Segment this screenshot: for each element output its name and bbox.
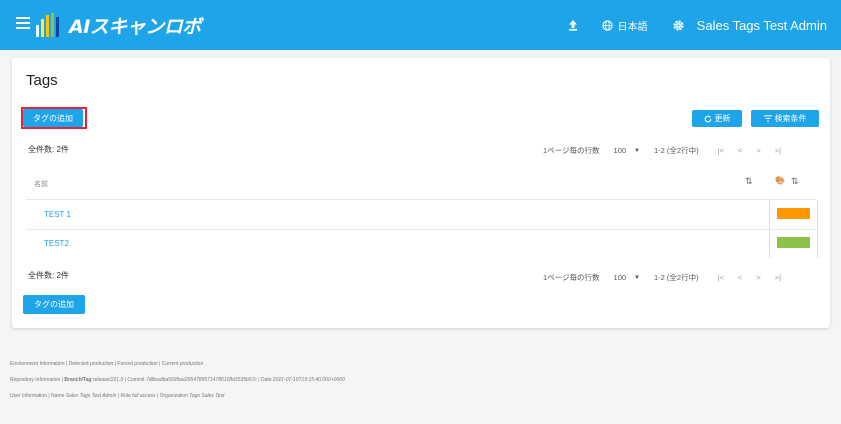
prev-page-icon[interactable]: < [738,273,742,282]
user-menu[interactable]: Sales Tags Test Admin [697,18,827,33]
refresh-icon [704,115,711,122]
app-header: AIスキャンロボ 日本語 Sales Tags Test Admin [0,0,841,50]
globe-icon [602,19,613,31]
total-count-bottom: 全件数: 2件 [28,271,69,280]
caret-down-icon[interactable]: ▼ [634,275,640,281]
add-tag-button-bottom[interactable]: タグの追加 [23,295,85,314]
page-title: Tags [26,72,58,89]
first-page-icon[interactable]: |< [718,273,724,282]
page-range: 1-2 (全2行中) [654,146,699,155]
first-page-icon[interactable]: |< [718,146,724,155]
column-divider-right [817,200,818,258]
repository-info: Repository Information | Branch/Tag rele… [10,377,345,383]
last-page-icon[interactable]: >| [775,146,781,155]
app-logo[interactable]: AIスキャンロボ [36,12,201,38]
tag-row-name[interactable]: TEST 1 [44,210,71,219]
add-tag-label: タグの追加 [34,300,74,309]
logo-mark [36,13,61,37]
rows-per-page-label: 1ページ毎の行数 [543,146,600,155]
language-selector[interactable]: 日本語 [602,18,648,33]
tag-row-name[interactable]: TEST2 [44,239,69,248]
page-range: 1-2 (全2行中) [654,273,699,282]
menu-icon[interactable] [16,17,30,29]
caret-down-icon[interactable]: ▼ [634,148,640,154]
tags-card: Tags タグの追加 更新 検索条件 全件数: 2件 1ページ毎の行数 100 … [12,58,830,328]
next-page-icon[interactable]: > [756,273,760,282]
filter-icon [763,115,772,122]
upload-icon[interactable] [566,18,580,32]
tag-color-swatch [777,208,810,219]
tag-color-swatch [777,237,810,248]
filter-label: 検索条件 [774,114,807,123]
environment-info: Environment Information | Detected produ… [10,361,204,367]
rows-per-page-select[interactable]: 100 [614,273,627,282]
prev-page-icon[interactable]: < [738,146,742,155]
add-tag-label: タグの追加 [33,113,73,123]
color-column-icon: 🎨 [775,176,785,185]
sort-color-icon[interactable]: ⇅ [791,176,799,187]
refresh-label: 更新 [714,114,731,123]
footer-info: Environment Information | Detected produ… [10,356,345,404]
pagination-top: 1ページ毎の行数 100 ▼ 1-2 (全2行中) |< < > >| [543,145,788,156]
total-count-top: 全件数: 2件 [28,145,69,154]
user-info: User Information | Name Sales Tags Test … [10,393,225,399]
refresh-button[interactable]: 更新 [692,110,742,127]
row-divider [26,229,816,230]
column-header-name[interactable]: 名前 [34,179,48,189]
sort-icon[interactable]: ⇅ [745,176,753,187]
rows-per-page-label: 1ページ毎の行数 [543,273,600,282]
rows-per-page-select[interactable]: 100 [614,146,627,155]
next-page-icon[interactable]: > [756,146,760,155]
logo-text: AIスキャンロボ [69,15,201,38]
language-label: 日本語 [617,21,648,33]
filter-button[interactable]: 検索条件 [751,110,819,127]
add-tag-button-top[interactable]: タグの追加 [23,109,83,127]
pagination-bottom: 1ページ毎の行数 100 ▼ 1-2 (全2行中) |< < > >| [543,272,788,283]
row-divider [26,199,816,200]
gear-icon[interactable] [672,19,685,32]
last-page-icon[interactable]: >| [775,273,781,282]
